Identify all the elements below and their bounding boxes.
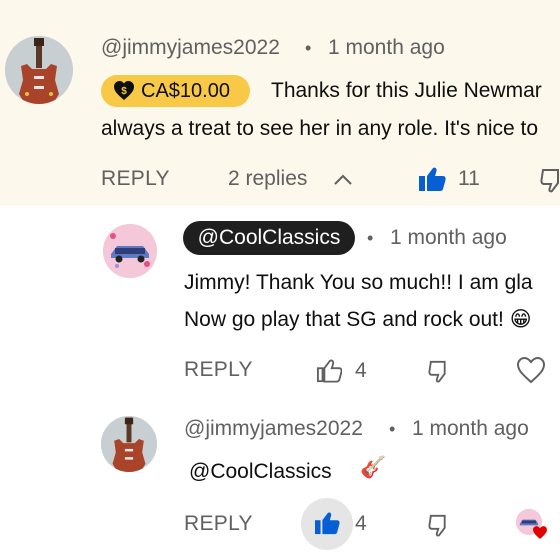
separator-dot: • [389,419,396,439]
avatar-guitar[interactable] [5,36,73,104]
like-icon[interactable] [316,359,342,383]
super-thanks-heart-icon: $ [114,81,134,100]
heart-icon[interactable] [516,356,546,384]
creator-heart [516,509,550,543]
car-logo-avatar-icon [103,224,157,278]
replies-toggle[interactable]: 2 replies [228,167,307,191]
grin-emoji: 😁 [509,308,532,331]
guitar-avatar-icon [101,416,157,472]
reply-button[interactable]: REPLY [101,167,170,191]
comment-time[interactable]: 1 month ago [328,36,445,60]
comment-text-line: always a treat to see her in any role. I… [101,117,539,140]
guitar-avatar-icon [5,36,73,104]
like-count: 11 [458,167,480,190]
reply-author[interactable]: @jimmyjames2022 [184,417,363,441]
avatar-guitar[interactable] [101,416,157,472]
dislike-icon[interactable] [540,168,560,194]
reply-time[interactable]: 1 month ago [412,417,529,441]
reply-text-line: Jimmy! Thank You so much!! I am gla [184,271,533,294]
dislike-icon[interactable] [428,514,454,538]
like-count: 4 [355,512,367,535]
like-count: 4 [355,359,367,382]
separator-dot: • [367,228,374,248]
separator-dot: • [305,38,312,58]
reply-time[interactable]: 1 month ago [390,226,507,250]
comment-author[interactable]: @jimmyjames2022 [101,36,280,60]
red-heart-icon [533,526,547,539]
like-filled-icon[interactable] [314,511,340,535]
super-thanks-amount: CA$10.00 [141,79,230,102]
channel-owner-handle[interactable]: @CoolClassics [183,221,355,255]
avatar-coolclassics[interactable] [103,224,157,278]
reply-button[interactable]: REPLY [184,512,253,536]
mention-link[interactable]: @CoolClassics [189,460,332,484]
chevron-up-icon[interactable] [333,172,353,186]
comment-text-line: Thanks for this Julie Newmar [271,79,542,102]
svg-text:$: $ [121,86,127,97]
dislike-icon[interactable] [428,360,454,384]
super-thanks-chip: $ CA$10.00 [101,75,250,107]
reply-text-line-2: Now go play that SG and rock out! 😁 [184,307,532,332]
like-filled-icon[interactable] [418,166,446,192]
reply-button[interactable]: REPLY [184,358,253,382]
reply-text: Now go play that SG and rock out! [184,308,510,331]
guitar-emoji: 🎸 [360,456,387,479]
